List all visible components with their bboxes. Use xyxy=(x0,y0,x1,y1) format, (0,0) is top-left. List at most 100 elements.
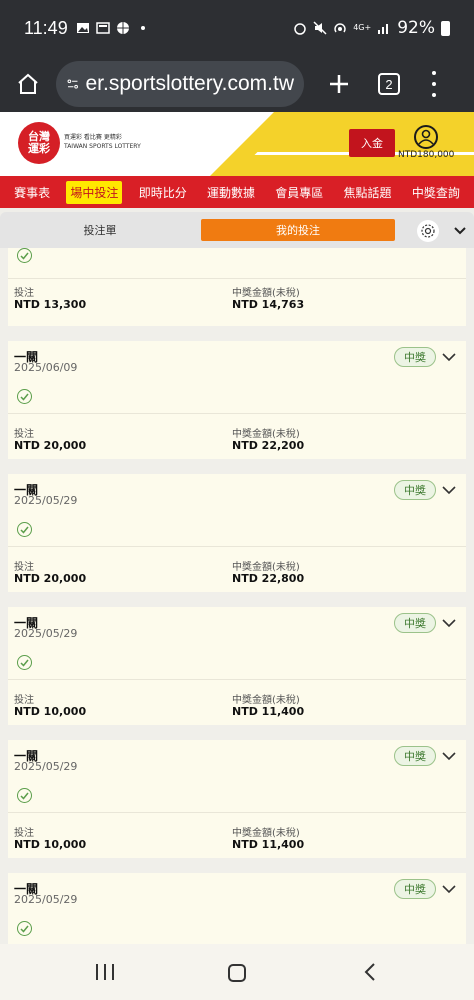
browser-toolbar: er.sportslottery.com.tw 2 xyxy=(0,56,474,112)
bet-card[interactable]: 投注 NTD 13,300 中獎金額(未稅) NTD 14,763 xyxy=(8,248,466,326)
chevron-down-icon xyxy=(442,352,456,361)
notification-icons xyxy=(76,21,150,35)
bet-card[interactable]: 一關 2025/05/29 中獎 xyxy=(8,873,466,944)
status-right: 4G+ 92% xyxy=(293,18,450,38)
signal-icon xyxy=(378,24,389,34)
expand-button[interactable] xyxy=(440,880,458,898)
nav-item-live-scores[interactable]: 即時比分 xyxy=(135,181,191,204)
dot-icon xyxy=(140,26,145,30)
collapse-button[interactable] xyxy=(453,224,467,238)
win-badge: 中獎 xyxy=(394,347,436,367)
card-divider xyxy=(8,278,466,279)
bet-amount: NTD 20,000 xyxy=(14,439,87,452)
card-divider xyxy=(8,546,466,547)
expand-button[interactable] xyxy=(440,614,458,632)
win-badge: 中獎 xyxy=(394,746,436,766)
plus-icon xyxy=(330,75,348,93)
home-icon xyxy=(18,73,38,94)
bet-amount: NTD 13,300 xyxy=(14,298,87,311)
site-settings-icon[interactable] xyxy=(66,74,79,94)
site-logo[interactable]: 台灣 運彩 xyxy=(18,122,60,164)
deposit-button[interactable]: 入金 xyxy=(349,129,395,157)
status-time: 11:49 xyxy=(24,17,68,38)
bet-card[interactable]: 一關 2025/05/29 中獎 投注 NTD 10,000 中獎金額(未稅) … xyxy=(8,607,466,725)
win-badge: 中獎 xyxy=(394,879,436,899)
bet-history-list[interactable]: 投注 NTD 13,300 中獎金額(未稅) NTD 14,763 一關 202… xyxy=(0,248,474,944)
mute-icon xyxy=(313,21,327,35)
bet-card[interactable]: 一關 2025/05/29 中獎 投注 NTD 10,000 中獎金額(未稅) … xyxy=(8,740,466,858)
chevron-down-icon xyxy=(442,618,456,627)
bet-label: 投注 xyxy=(14,695,34,706)
network-type: 4G+ xyxy=(353,23,372,32)
nav-item-topics[interactable]: 焦點話題 xyxy=(340,181,396,204)
payout-label: 中獎金額(未稅) xyxy=(232,288,300,299)
win-badge: 中獎 xyxy=(394,613,436,633)
bet-amount: NTD 20,000 xyxy=(14,572,87,585)
bet-date: 2025/05/29 xyxy=(14,760,78,773)
basketball-icon xyxy=(116,22,129,34)
card-divider xyxy=(8,679,466,680)
tab-switcher-button[interactable]: 2 xyxy=(378,73,400,95)
nav-item-live-betting[interactable]: 場中投注 xyxy=(66,180,123,204)
bet-card[interactable]: 一關 2025/06/09 中獎 投注 NTD 20,000 中獎金額(未稅) … xyxy=(8,341,466,459)
win-badge: 中獎 xyxy=(394,480,436,500)
payout-label: 中獎金額(未稅) xyxy=(232,828,300,839)
user-account-icon[interactable] xyxy=(414,125,438,149)
recent-apps-button[interactable] xyxy=(96,964,114,980)
bet-amount: NTD 10,000 xyxy=(14,705,87,718)
nav-item-winnings-lookup[interactable]: 中獎查詢 xyxy=(408,181,464,204)
system-home-button[interactable] xyxy=(228,964,246,982)
bet-date: 2025/05/29 xyxy=(14,893,78,906)
hotspot-icon xyxy=(334,23,346,33)
check-icon xyxy=(17,788,32,803)
chevron-down-icon xyxy=(442,485,456,494)
chevron-down-icon xyxy=(454,227,466,235)
check-icon xyxy=(17,522,32,537)
card-divider xyxy=(8,413,466,414)
check-icon xyxy=(17,389,32,404)
account-balance: NTD180,000 xyxy=(398,150,455,160)
bet-card[interactable]: 一關 2025/05/29 中獎 投注 NTD 20,000 中獎金額(未稅) … xyxy=(8,474,466,592)
nav-item-sports-data[interactable]: 運動數據 xyxy=(203,181,259,204)
expand-button[interactable] xyxy=(440,348,458,366)
bet-amount: NTD 10,000 xyxy=(14,838,87,851)
payout-amount: NTD 22,800 xyxy=(232,572,305,585)
logo-tagline: 買運彩 看比賽 更精彩 TAIWAN SPORTS LOTTERY xyxy=(64,134,141,150)
bet-date: 2025/06/09 xyxy=(14,361,78,374)
payout-amount: NTD 22,200 xyxy=(232,439,305,452)
more-menu-button[interactable] xyxy=(430,71,438,97)
expand-button[interactable] xyxy=(440,481,458,499)
settings-button[interactable] xyxy=(417,220,439,242)
bet-tabs: 投注單 我的投注 xyxy=(0,212,474,248)
bet-date: 2025/05/29 xyxy=(14,494,78,507)
payout-amount: NTD 11,400 xyxy=(232,705,305,718)
nav-item-members[interactable]: 會員專區 xyxy=(271,181,327,204)
check-icon xyxy=(17,248,32,263)
tab-bet-slip[interactable]: 投注單 xyxy=(60,222,140,238)
expand-button[interactable] xyxy=(440,747,458,765)
payout-label: 中獎金額(未稅) xyxy=(232,695,300,706)
payout-label: 中獎金額(未稅) xyxy=(232,562,300,573)
card-divider xyxy=(8,812,466,813)
payout-amount: NTD 11,400 xyxy=(232,838,305,851)
new-tab-button[interactable] xyxy=(324,69,354,99)
tab-my-bets[interactable]: 我的投注 xyxy=(201,219,395,241)
bet-label: 投注 xyxy=(14,429,34,440)
battery-icon xyxy=(441,20,450,36)
check-icon xyxy=(17,921,32,936)
back-icon xyxy=(364,963,375,981)
payout-amount: NTD 14,763 xyxy=(232,298,305,311)
bet-label: 投注 xyxy=(14,288,34,299)
bet-date: 2025/05/29 xyxy=(14,627,78,640)
nav-item-schedule[interactable]: 賽事表 xyxy=(10,181,54,204)
battery-percent: 92% xyxy=(397,18,435,38)
bet-label: 投注 xyxy=(14,828,34,839)
back-button[interactable] xyxy=(360,962,380,982)
news-icon xyxy=(95,22,110,34)
system-nav-bar xyxy=(0,944,474,1000)
bet-label: 投注 xyxy=(14,562,34,573)
image-icon xyxy=(76,23,89,33)
chevron-down-icon xyxy=(442,751,456,760)
home-button[interactable] xyxy=(10,66,46,102)
address-bar[interactable]: er.sportslottery.com.tw xyxy=(56,61,304,107)
